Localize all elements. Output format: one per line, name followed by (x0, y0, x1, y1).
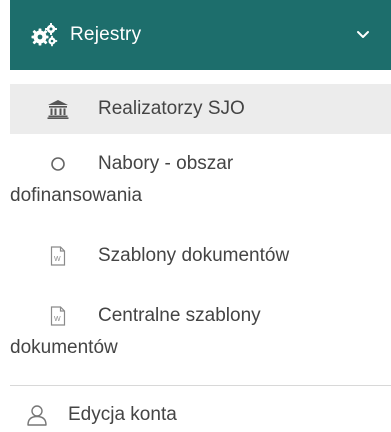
submenu-item-label-line2: dokumentów (10, 337, 118, 358)
menu-group-rejestry[interactable]: Rejestry (10, 0, 391, 70)
submenu-item-label-line1: Centralne szablony (98, 305, 261, 326)
submenu-item-label-line2: dofinansowania (10, 185, 143, 206)
chevron-down-icon[interactable] (355, 27, 371, 43)
submenu-item-label: Realizatorzy SJO (98, 98, 245, 119)
word-document-icon: W (46, 300, 70, 332)
divider (10, 385, 391, 386)
menu-group-title: Rejestry (70, 24, 142, 45)
bank-icon (46, 93, 70, 125)
word-document-icon: W (46, 240, 70, 272)
svg-text:W: W (54, 256, 61, 263)
submenu-item-centralne-szablony[interactable]: W Centralne szablony dokumentów (10, 300, 391, 366)
submenu-item-nabory[interactable]: Nabory - obszar dofinansowania (10, 148, 391, 214)
submenu-item-realizatorzy-sjo[interactable]: Realizatorzy SJO (10, 84, 391, 134)
submenu-item-label: Szablony dokumentów (98, 245, 290, 266)
circle-icon (46, 148, 70, 180)
submenu-item-szablony-dokumentow[interactable]: W Szablony dokumentów (10, 240, 391, 272)
sidebar: Rejestry Realizatorzy SJO Nabory - obsza… (0, 0, 391, 432)
menu-item-label: Edycja konta (68, 404, 177, 425)
cogs-icon (30, 23, 60, 47)
submenu-item-label-line1: Nabory - obszar (98, 153, 234, 174)
user-icon (26, 404, 48, 426)
menu-item-edycja-konta[interactable]: Edycja konta (10, 398, 391, 432)
svg-text:W: W (54, 316, 61, 323)
